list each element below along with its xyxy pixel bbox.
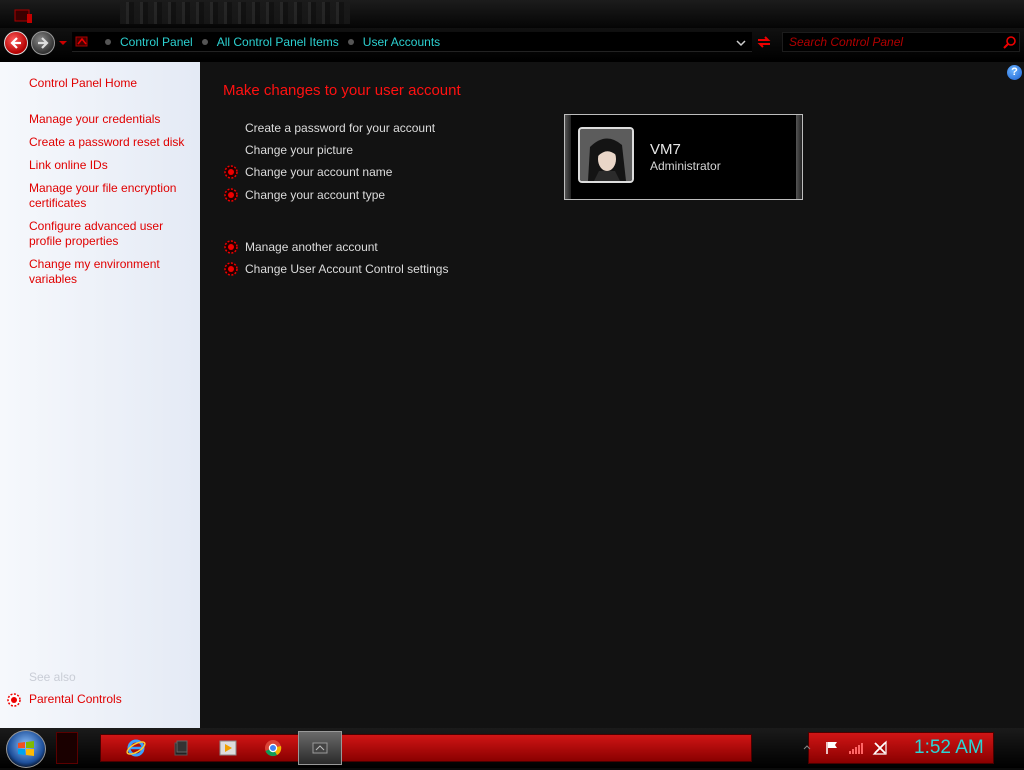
network-icon[interactable] (872, 740, 888, 756)
back-arrow-icon (10, 37, 21, 49)
signal-strength-icon[interactable] (848, 740, 864, 756)
breadcrumb-control-panel[interactable]: Control Panel (120, 35, 193, 49)
uac-shield-icon (224, 165, 238, 179)
configure-advanced-profile-properties-link[interactable]: Configure advanced user profile properti… (29, 219, 179, 249)
control-panel-icon (312, 742, 328, 754)
refresh-icon[interactable] (755, 34, 773, 50)
show-hidden-icons-icon[interactable] (799, 740, 815, 756)
start-button[interactable] (6, 730, 46, 768)
windows-logo-icon (18, 741, 34, 756)
create-password-reset-disk-link[interactable]: Create a password reset disk (29, 135, 197, 150)
control-panel-location-icon (75, 36, 88, 46)
see-also-heading: See also (29, 670, 76, 684)
tile-right-edge (796, 115, 802, 199)
forward-button[interactable] (31, 31, 55, 55)
recent-pages-dropdown-icon[interactable] (58, 38, 68, 48)
change-uac-settings-link[interactable]: Change User Account Control settings (245, 262, 448, 276)
breadcrumb-separator (201, 38, 208, 45)
control-panel-home-link[interactable]: Control Panel Home (29, 76, 197, 91)
uac-shield-icon (224, 188, 238, 202)
forward-arrow-icon (38, 37, 49, 49)
action-center-flag-icon[interactable] (824, 740, 840, 756)
manage-another-account-link[interactable]: Manage another account (245, 240, 378, 254)
search-icon[interactable] (1003, 35, 1017, 49)
internet-explorer-button[interactable] (124, 736, 148, 760)
change-account-type-link[interactable]: Change your account type (245, 188, 385, 202)
tile-left-edge (565, 115, 571, 199)
search-input[interactable] (789, 34, 989, 50)
change-account-name-link[interactable]: Change your account name (245, 165, 392, 179)
breadcrumb-user-accounts[interactable]: User Accounts (363, 35, 440, 49)
avatar (578, 127, 634, 183)
taskbar-clock[interactable]: 1:52 AM (914, 737, 984, 759)
breadcrumb-separator (347, 38, 354, 45)
media-player-icon (219, 740, 237, 756)
create-password-link[interactable]: Create a password for your account (245, 121, 435, 135)
uac-shield-icon (224, 240, 238, 254)
page-title: Make changes to your user account (223, 82, 461, 99)
user-account-tile: VM7 Administrator (564, 114, 803, 200)
user-name: VM7 (650, 141, 681, 158)
manage-file-encryption-certificates-link[interactable]: Manage your file encryption certificates (29, 181, 189, 211)
change-environment-variables-link[interactable]: Change my environment variables (29, 257, 179, 287)
control-panel-app-icon (14, 9, 32, 23)
address-dropdown-icon[interactable] (736, 38, 746, 48)
parental-controls-link[interactable]: Parental Controls (29, 692, 197, 707)
taskbar-buttons-area (100, 734, 752, 762)
uac-shield-icon (224, 262, 238, 276)
internet-explorer-icon (126, 739, 146, 757)
search-box[interactable] (782, 32, 1020, 52)
change-picture-link[interactable]: Change your picture (245, 143, 353, 157)
control-panel-taskbar-button[interactable] (298, 731, 342, 765)
user-role: Administrator (650, 159, 721, 173)
windows-explorer-button[interactable] (169, 736, 193, 760)
help-icon[interactable]: ? (1007, 65, 1022, 80)
chrome-button[interactable] (261, 736, 285, 760)
breadcrumb-all-control-panel-items[interactable]: All Control Panel Items (217, 35, 339, 49)
title-bar-texture (120, 2, 350, 24)
quick-launch-tray[interactable] (56, 732, 78, 764)
windows-explorer-icon (174, 740, 188, 756)
title-bar (0, 0, 1024, 28)
parental-controls-icon (7, 693, 21, 707)
manage-credentials-link[interactable]: Manage your credentials (29, 112, 197, 127)
link-online-ids-link[interactable]: Link online IDs (29, 158, 197, 173)
control-panel-window: Control Panel All Control Panel Items Us… (0, 0, 1024, 728)
media-player-button[interactable] (216, 736, 240, 760)
user-picture-icon (580, 129, 632, 181)
chrome-icon (265, 740, 282, 757)
back-button[interactable] (4, 31, 28, 55)
address-bar[interactable]: Control Panel All Control Panel Items Us… (72, 32, 752, 52)
breadcrumb-separator (105, 38, 111, 45)
